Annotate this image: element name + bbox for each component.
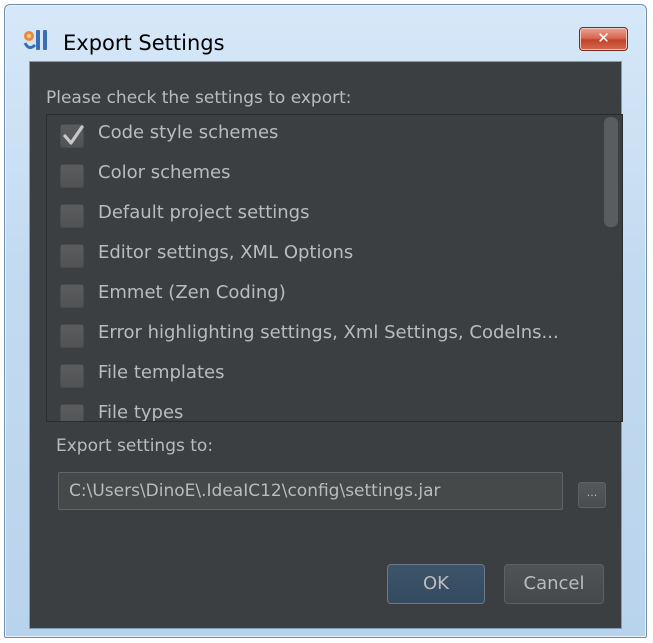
list-item[interactable]: File templates xyxy=(47,355,587,395)
close-button[interactable]: ✕ xyxy=(579,27,628,51)
title-bar[interactable]: Export Settings ✕ xyxy=(5,5,646,55)
cancel-button[interactable]: Cancel xyxy=(504,564,604,604)
list-item-label: File types xyxy=(98,402,184,422)
export-path-label: Export settings to: xyxy=(56,436,214,456)
list-item[interactable]: File types xyxy=(47,395,587,422)
checkbox[interactable] xyxy=(60,364,84,388)
close-icon: ✕ xyxy=(597,29,610,47)
intellij-app-icon xyxy=(23,30,47,50)
checkbox[interactable] xyxy=(60,324,84,348)
export-settings-window: Export Settings ✕ Please check the setti… xyxy=(4,4,647,638)
ok-button[interactable]: OK xyxy=(387,564,485,604)
window-title: Export Settings xyxy=(63,31,225,55)
list-scrollbar[interactable] xyxy=(604,117,618,417)
ellipsis-icon: ... xyxy=(586,486,598,499)
list-item-label: Color schemes xyxy=(98,162,231,183)
export-prompt: Please check the settings to export: xyxy=(46,88,352,108)
list-item[interactable]: Default project settings xyxy=(47,195,587,235)
browse-button[interactable]: ... xyxy=(578,482,606,508)
export-path-field[interactable] xyxy=(58,472,563,510)
list-item[interactable]: Code style schemes xyxy=(47,115,587,155)
checkmark-icon xyxy=(63,125,84,145)
checkbox[interactable] xyxy=(60,284,84,308)
list-item[interactable]: Color schemes xyxy=(47,155,587,195)
list-item-label: Code style schemes xyxy=(98,122,279,143)
checkbox[interactable] xyxy=(60,164,84,188)
checkbox[interactable] xyxy=(60,204,84,228)
checkbox[interactable] xyxy=(60,244,84,268)
list-item-label: File templates xyxy=(98,362,225,383)
list-item[interactable]: Emmet (Zen Coding) xyxy=(47,275,587,315)
scrollbar-thumb[interactable] xyxy=(604,117,618,227)
list-item-label: Default project settings xyxy=(98,202,310,223)
checkbox[interactable] xyxy=(60,124,84,148)
dialog-content: Please check the settings to export: Cod… xyxy=(29,61,623,629)
list-item-label: Emmet (Zen Coding) xyxy=(98,282,286,303)
settings-checklist[interactable]: Code style schemes Color schemes Default… xyxy=(46,114,623,422)
list-item[interactable]: Editor settings, XML Options xyxy=(47,235,587,275)
checkbox[interactable] xyxy=(60,404,84,421)
list-item-label: Editor settings, XML Options xyxy=(98,242,354,263)
list-item-label: Error highlighting settings, Xml Setting… xyxy=(98,322,559,343)
list-item[interactable]: Error highlighting settings, Xml Setting… xyxy=(47,315,587,355)
